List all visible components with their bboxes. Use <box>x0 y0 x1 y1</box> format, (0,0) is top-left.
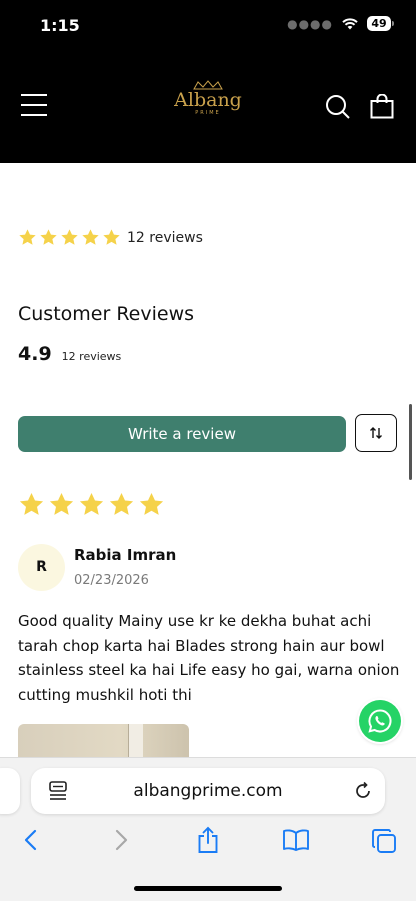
sort-button[interactable] <box>355 414 397 452</box>
star-icon <box>61 229 78 245</box>
star-icon <box>103 229 120 245</box>
brand-logo[interactable]: Albang PRIME <box>168 80 248 130</box>
battery-icon: 49 <box>367 16 394 31</box>
status-bar: 1:15 ●●●● 49 <box>0 0 416 54</box>
average-rating: 4.9 12 reviews <box>18 343 121 365</box>
site-header: Albang PRIME <box>0 54 416 163</box>
logo-text: Albang <box>174 89 242 111</box>
review-stars <box>18 491 165 518</box>
share-icon[interactable] <box>196 826 220 854</box>
address-bar[interactable]: albangprime.com <box>31 768 385 814</box>
tabs-icon[interactable] <box>371 828 397 854</box>
reload-icon[interactable] <box>353 781 373 801</box>
write-review-button[interactable]: Write a review <box>18 416 346 452</box>
rating-count-link[interactable]: 12 reviews <box>127 230 203 246</box>
battery-level: 49 <box>367 16 391 31</box>
status-time: 1:15 <box>40 16 80 35</box>
forward-icon[interactable] <box>112 828 130 852</box>
star-icon <box>79 493 104 515</box>
url-text[interactable]: albangprime.com <box>31 781 385 801</box>
product-rating-summary[interactable]: 12 reviews <box>18 228 203 247</box>
reviews-section-title: Customer Reviews <box>18 303 195 325</box>
bookmarks-icon[interactable] <box>282 828 310 852</box>
star-icon <box>49 493 74 515</box>
star-icon <box>139 493 164 515</box>
star-icon <box>82 229 99 245</box>
star-icon <box>109 493 134 515</box>
menu-icon[interactable] <box>21 94 47 116</box>
signal-icon: ●●●● <box>287 16 333 31</box>
wifi-icon <box>342 18 358 30</box>
page-scrollbar[interactable] <box>409 404 412 480</box>
browser-toolbar: albangprime.com <box>0 757 416 901</box>
average-rating-count: 12 reviews <box>61 350 122 363</box>
home-indicator[interactable] <box>134 886 282 891</box>
star-icon <box>40 229 57 245</box>
reviewer-name: Rabia Imran <box>74 546 177 564</box>
avatar: R <box>18 544 65 591</box>
whatsapp-button[interactable] <box>359 700 401 742</box>
star-icon <box>19 229 36 245</box>
average-rating-value: 4.9 <box>18 343 52 365</box>
review-date: 02/23/2026 <box>74 573 149 588</box>
star-icon <box>19 493 44 515</box>
review-body: Good quality Mainy use kr ke dekha buhat… <box>18 612 400 704</box>
back-icon[interactable] <box>22 828 40 852</box>
search-icon[interactable] <box>325 94 351 120</box>
sort-icon <box>370 427 382 439</box>
previous-tab-peek[interactable] <box>0 768 20 814</box>
whatsapp-icon <box>368 709 392 733</box>
status-indicators: ●●●● 49 <box>287 16 394 31</box>
cart-icon[interactable] <box>370 94 394 119</box>
